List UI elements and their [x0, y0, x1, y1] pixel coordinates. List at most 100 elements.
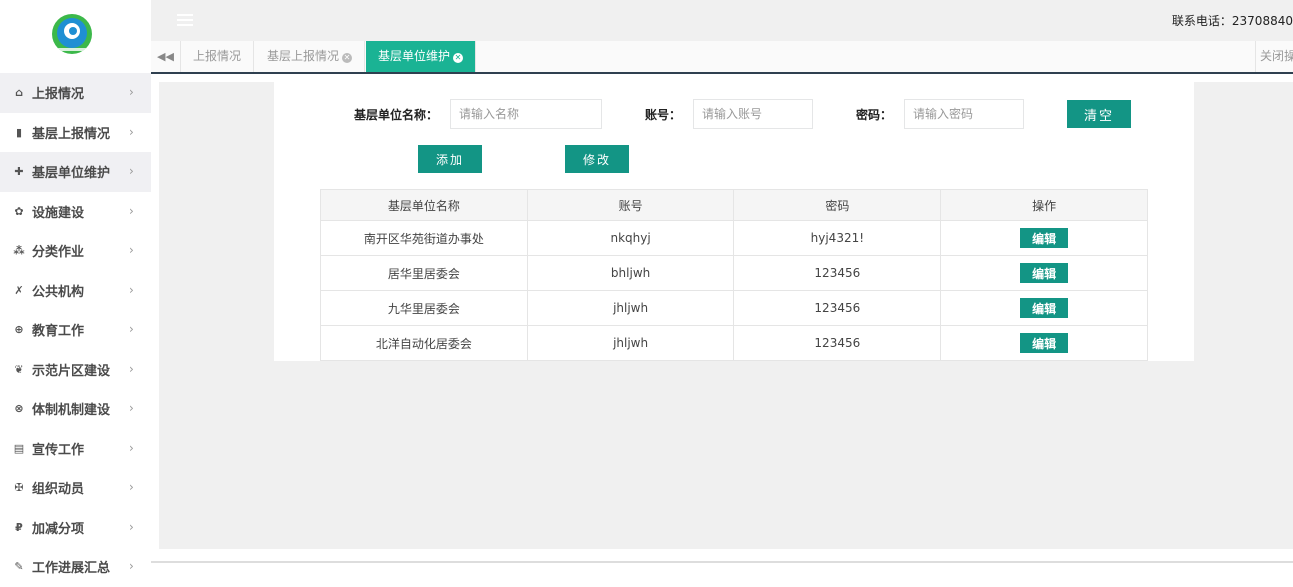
cell-actions: 编辑 — [940, 255, 1148, 291]
sidebar-item-label: 宣传工作 — [32, 442, 85, 458]
sidebar-item-10[interactable]: ✠ 组织动员 › — [0, 468, 151, 508]
sidebar-item-label: 分类作业 — [32, 245, 85, 261]
tab-label: 基层上报情况 — [267, 49, 340, 63]
content-area: 基层单位名称： 账号： 密码： 清空 添加 修改 基层单位名称 账号 密码 操作… — [159, 82, 1293, 549]
sidebar-item-12[interactable]: ✎ 工作进展汇总 › — [0, 547, 151, 587]
tab-bar: ◀◀ 上报情况基层上报情况✕基层单位维护✕ 关闭操作 — [151, 41, 1293, 74]
sidebar-item-11[interactable]: ₽ 加减分项 › — [0, 508, 151, 548]
chevron-right-icon: › — [129, 85, 134, 99]
sidebar: ⌂ 上报情况 › ▮ 基层上报情况 › ✚ 基层单位维护 › ✿ 设施建设 › ⁂ 分类作业 › ✗ 公共机构 ›… — [0, 0, 151, 576]
sidebar-item-label: 工作进展汇总 — [32, 561, 111, 577]
unit-name-label: 基层单位名称： — [354, 108, 439, 122]
add-button[interactable]: 添加 — [418, 145, 482, 173]
logo — [52, 14, 92, 54]
file-icon: ▮ — [15, 125, 23, 139]
chevron-right-icon: › — [129, 124, 134, 139]
edit-icon: ✎ — [14, 560, 24, 574]
sidebar-item-8[interactable]: ⊗ 体制机制建设 › — [0, 389, 151, 429]
ruble-icon: ₽ — [15, 520, 23, 534]
sidebar-item-6[interactable]: ⊕ 教育工作 › — [0, 310, 151, 350]
close-tab-icon[interactable]: ✕ — [453, 53, 464, 63]
sidebar-nav: ⌂ 上报情况 › ▮ 基层上报情况 › ✚ 基层单位维护 › ✿ 设施建设 › ⁂ 分类作业 › ✗ 公共机构 ›… — [0, 73, 151, 587]
sidebar-item-9[interactable]: ▤ 宣传工作 › — [0, 429, 151, 469]
table-header-row: 基层单位名称 账号 密码 操作 — [320, 189, 1148, 221]
tab-1[interactable]: 基层上报情况 ✕ — [255, 41, 366, 72]
sidebar-item-label: 组织动员 — [32, 482, 85, 498]
chevron-right-icon: › — [129, 361, 134, 376]
menu-toggle-icon[interactable] — [177, 14, 193, 27]
cell-name: 南开区华苑街道办事处 — [320, 220, 528, 256]
edit-button[interactable]: 编辑 — [1020, 263, 1069, 283]
account-input[interactable] — [693, 99, 813, 129]
table-row: 九华里居委会 jhljwh 123456 编辑 — [320, 290, 1148, 326]
modify-button[interactable]: 修改 — [565, 145, 629, 173]
cubes-icon: ⁂ — [13, 244, 25, 258]
account-label: 账号： — [645, 108, 682, 122]
clear-button[interactable]: 清空 — [1067, 100, 1131, 128]
unit-name-input[interactable] — [450, 99, 602, 129]
password-input[interactable] — [904, 99, 1024, 129]
sidebar-item-3[interactable]: ✿ 设施建设 › — [0, 192, 151, 232]
tab-0[interactable]: 上报情况 — [181, 41, 255, 72]
chevron-right-icon: › — [129, 203, 134, 218]
sidebar-item-label: 公共机构 — [32, 284, 85, 300]
cell-password: 123456 — [733, 255, 942, 291]
cell-account: jhljwh — [526, 325, 735, 361]
sidebar-item-label: 基层上报情况 — [32, 126, 111, 142]
cell-account: nkqhyj — [526, 220, 735, 256]
unit-table: 基层单位名称 账号 密码 操作 南开区华苑街道办事处 nkqhyj hyj4321!… — [320, 189, 1148, 361]
edit-button[interactable]: 编辑 — [1020, 228, 1069, 248]
users-icon: ✠ — [14, 481, 24, 495]
close-operations-button[interactable]: 关闭操作 — [1255, 41, 1293, 72]
sidebar-item-2[interactable]: ✚ 基层单位维护 › — [0, 152, 151, 192]
leaf-icon: ❦ — [14, 362, 24, 376]
plus-icon: ✚ — [14, 165, 24, 179]
top-header: 联系电话：23708840 — [151, 0, 1293, 41]
column-header-password: 密码 — [733, 189, 942, 221]
chevron-right-icon: › — [129, 440, 134, 455]
cell-name: 北洋自动化居委会 — [320, 325, 528, 361]
cell-password: hyj4321! — [733, 220, 942, 256]
sidebar-item-4[interactable]: ⁂ 分类作业 › — [0, 231, 151, 271]
close-tab-icon[interactable]: ✕ — [342, 53, 353, 63]
crosshair-icon: ⊕ — [14, 323, 24, 337]
table-row: 居华里居委会 bhljwh 123456 编辑 — [320, 255, 1148, 291]
tab-scroll-left-icon[interactable]: ◀◀ — [151, 41, 181, 72]
sidebar-item-0[interactable]: ⌂ 上报情况 › — [0, 73, 151, 113]
tab-label: 基层单位维护 — [378, 49, 451, 63]
password-label: 密码： — [856, 108, 893, 122]
cell-actions: 编辑 — [940, 325, 1148, 361]
cell-account: bhljwh — [526, 255, 735, 291]
home-icon: ⌂ — [15, 86, 23, 100]
cell-actions: 编辑 — [940, 220, 1148, 256]
cell-password: 123456 — [733, 290, 942, 326]
cog-icon: ✿ — [14, 204, 24, 218]
table-row: 北洋自动化居委会 jhljwh 123456 编辑 — [320, 325, 1148, 361]
cell-password: 123456 — [733, 325, 942, 361]
sidebar-item-7[interactable]: ❦ 示范片区建设 › — [0, 350, 151, 390]
column-header-name: 基层单位名称 — [320, 189, 528, 221]
cell-account: jhljwh — [526, 290, 735, 326]
sidebar-item-label: 设施建设 — [32, 205, 85, 221]
chevron-right-icon: › — [129, 164, 134, 178]
sidebar-item-5[interactable]: ✗ 公共机构 › — [0, 271, 151, 311]
chevron-right-icon: › — [129, 322, 134, 336]
cell-name: 九华里居委会 — [320, 290, 528, 326]
edit-button[interactable]: 编辑 — [1020, 298, 1069, 318]
flask-icon: ✗ — [14, 283, 24, 297]
cell-name: 居华里居委会 — [320, 255, 528, 291]
chevron-right-icon: › — [129, 282, 134, 297]
contact-phone: 联系电话：23708840 — [1171, 14, 1293, 28]
logo-area — [0, 0, 151, 73]
sidebar-item-label: 示范片区建设 — [32, 363, 111, 379]
column-header-actions: 操作 — [940, 189, 1148, 221]
tab-2[interactable]: 基层单位维护 ✕ — [366, 41, 477, 72]
chevron-right-icon: › — [129, 480, 134, 494]
table-icon: ▤ — [13, 441, 25, 455]
sidebar-item-label: 上报情况 — [32, 87, 85, 103]
cell-actions: 编辑 — [940, 290, 1148, 326]
chevron-right-icon: › — [129, 401, 134, 415]
edit-button[interactable]: 编辑 — [1020, 333, 1069, 353]
sidebar-item-label: 体制机制建设 — [32, 403, 111, 419]
sidebar-item-1[interactable]: ▮ 基层上报情况 › — [0, 113, 151, 153]
